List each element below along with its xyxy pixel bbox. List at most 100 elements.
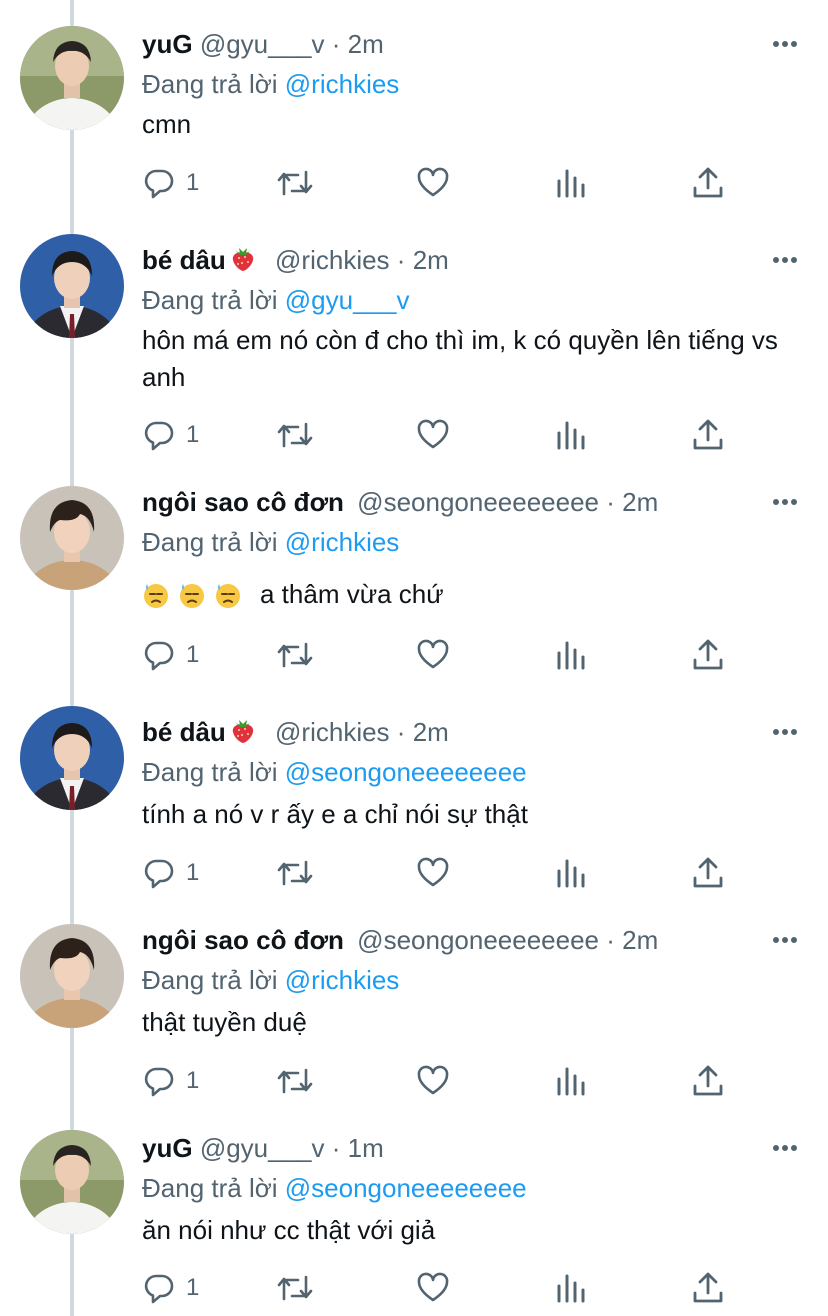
tweet-header: yuG @gyu___v · 1m (142, 1130, 768, 1166)
display-name[interactable]: ngôi sao cô đơn (142, 925, 344, 955)
retweet-icon (277, 422, 313, 448)
more-options-icon[interactable] (772, 1138, 798, 1158)
display-name[interactable]: yuG (142, 29, 193, 59)
share-icon (693, 1065, 723, 1096)
username[interactable]: @richkies (275, 717, 390, 747)
reply-button[interactable]: 1 (142, 638, 199, 672)
share-button[interactable] (692, 856, 724, 890)
reply-button[interactable]: 1 (142, 1064, 199, 1098)
like-button[interactable] (416, 638, 450, 672)
analytics-button[interactable] (556, 1064, 586, 1098)
timestamp[interactable]: 2m (413, 717, 449, 747)
share-button[interactable] (692, 166, 724, 200)
more-options-icon[interactable] (772, 250, 798, 270)
retweet-button[interactable] (276, 1064, 314, 1098)
replying-to: Đang trả lời @gyu___v (142, 282, 409, 318)
replying-mention[interactable]: @richkies (285, 69, 400, 99)
timestamp[interactable]: 2m (622, 487, 658, 517)
like-button[interactable] (416, 856, 450, 890)
username[interactable]: @gyu___v (200, 29, 325, 59)
username[interactable]: @seongoneeeeeeee (357, 925, 599, 955)
retweet-icon (277, 1275, 313, 1301)
timestamp[interactable]: 1m (348, 1133, 384, 1163)
avatar[interactable] (20, 486, 124, 590)
timestamp[interactable]: 2m (348, 29, 384, 59)
share-button[interactable] (692, 418, 724, 452)
replying-mention[interactable]: @seongoneeeeeeee (285, 757, 527, 787)
tweet-header: bé dâu @richkies · 2m (142, 242, 768, 278)
timestamp[interactable]: 2m (622, 925, 658, 955)
like-button[interactable] (416, 418, 450, 452)
retweet-button[interactable] (276, 1271, 314, 1305)
like-icon (417, 857, 449, 887)
tweet-actions: 1 (142, 166, 742, 200)
replying-prefix: Đang trả lời (142, 285, 285, 315)
reply-button[interactable]: 1 (142, 1271, 199, 1305)
retweet-button[interactable] (276, 166, 314, 200)
more-options-icon[interactable] (772, 34, 798, 54)
tweet-text-body: a thâm vừa chứ (260, 579, 444, 609)
display-name[interactable]: ngôi sao cô đơn (142, 487, 344, 517)
analytics-icon (557, 859, 585, 888)
more-options-icon[interactable] (772, 930, 798, 950)
share-button[interactable] (692, 638, 724, 672)
downcast-sweat-face-icon (144, 584, 168, 608)
downcast-sweat-face-icon (216, 584, 240, 608)
reply-icon (144, 1067, 174, 1097)
separator-dot: · (606, 925, 615, 955)
analytics-button[interactable] (556, 1271, 586, 1305)
analytics-button[interactable] (556, 166, 586, 200)
tweet-actions: 1 (142, 638, 742, 672)
more-options-icon[interactable] (772, 492, 798, 512)
replying-mention[interactable]: @richkies (285, 527, 400, 557)
tweet-header: bé dâu @richkies · 2m (142, 714, 768, 750)
retweet-button[interactable] (276, 418, 314, 452)
share-icon (693, 1272, 723, 1303)
retweet-button[interactable] (276, 856, 314, 890)
avatar[interactable] (20, 706, 124, 810)
strawberry-icon (232, 248, 253, 271)
username[interactable]: @gyu___v (200, 1133, 325, 1163)
retweet-button[interactable] (276, 638, 314, 672)
analytics-button[interactable] (556, 856, 586, 890)
reply-count: 1 (186, 859, 200, 886)
analytics-icon (557, 169, 585, 198)
avatar[interactable] (20, 26, 124, 130)
tweet-actions: 1 (142, 418, 742, 452)
username[interactable]: @seongoneeeeeeee (357, 487, 599, 517)
replying-prefix: Đang trả lời (142, 757, 285, 787)
more-options-icon[interactable] (772, 722, 798, 742)
username[interactable]: @richkies (275, 245, 390, 275)
share-button[interactable] (692, 1271, 724, 1305)
replying-mention[interactable]: @gyu___v (285, 285, 410, 315)
replying-mention[interactable]: @richkies (285, 965, 400, 995)
reply-button[interactable]: 1 (142, 166, 199, 200)
avatar[interactable] (20, 234, 124, 338)
like-button[interactable] (416, 166, 450, 200)
tweet-text: ăn nói như cc thật với giả (142, 1215, 436, 1245)
timestamp[interactable]: 2m (413, 245, 449, 275)
analytics-button[interactable] (556, 418, 586, 452)
retweet-icon (277, 170, 313, 196)
share-icon (693, 857, 723, 888)
tweet-text: a thâm vừa chứ (142, 576, 788, 613)
analytics-icon (557, 421, 585, 450)
display-name[interactable]: yuG (142, 1133, 193, 1163)
avatar[interactable] (20, 924, 124, 1028)
reply-icon (144, 641, 174, 671)
share-button[interactable] (692, 1064, 724, 1098)
avatar[interactable] (20, 1130, 124, 1234)
display-name[interactable]: bé dâu (142, 245, 226, 275)
like-button[interactable] (416, 1064, 450, 1098)
analytics-button[interactable] (556, 638, 586, 672)
replying-mention[interactable]: @seongoneeeeeeee (285, 1173, 527, 1203)
reply-count: 1 (186, 641, 200, 668)
share-icon (693, 167, 723, 198)
display-name[interactable]: bé dâu (142, 717, 226, 747)
like-button[interactable] (416, 1271, 450, 1305)
replying-prefix: Đang trả lời (142, 1173, 285, 1203)
reply-button[interactable]: 1 (142, 418, 199, 452)
reply-button[interactable]: 1 (142, 856, 199, 890)
thread-line (70, 0, 74, 1316)
analytics-icon (557, 1067, 585, 1096)
